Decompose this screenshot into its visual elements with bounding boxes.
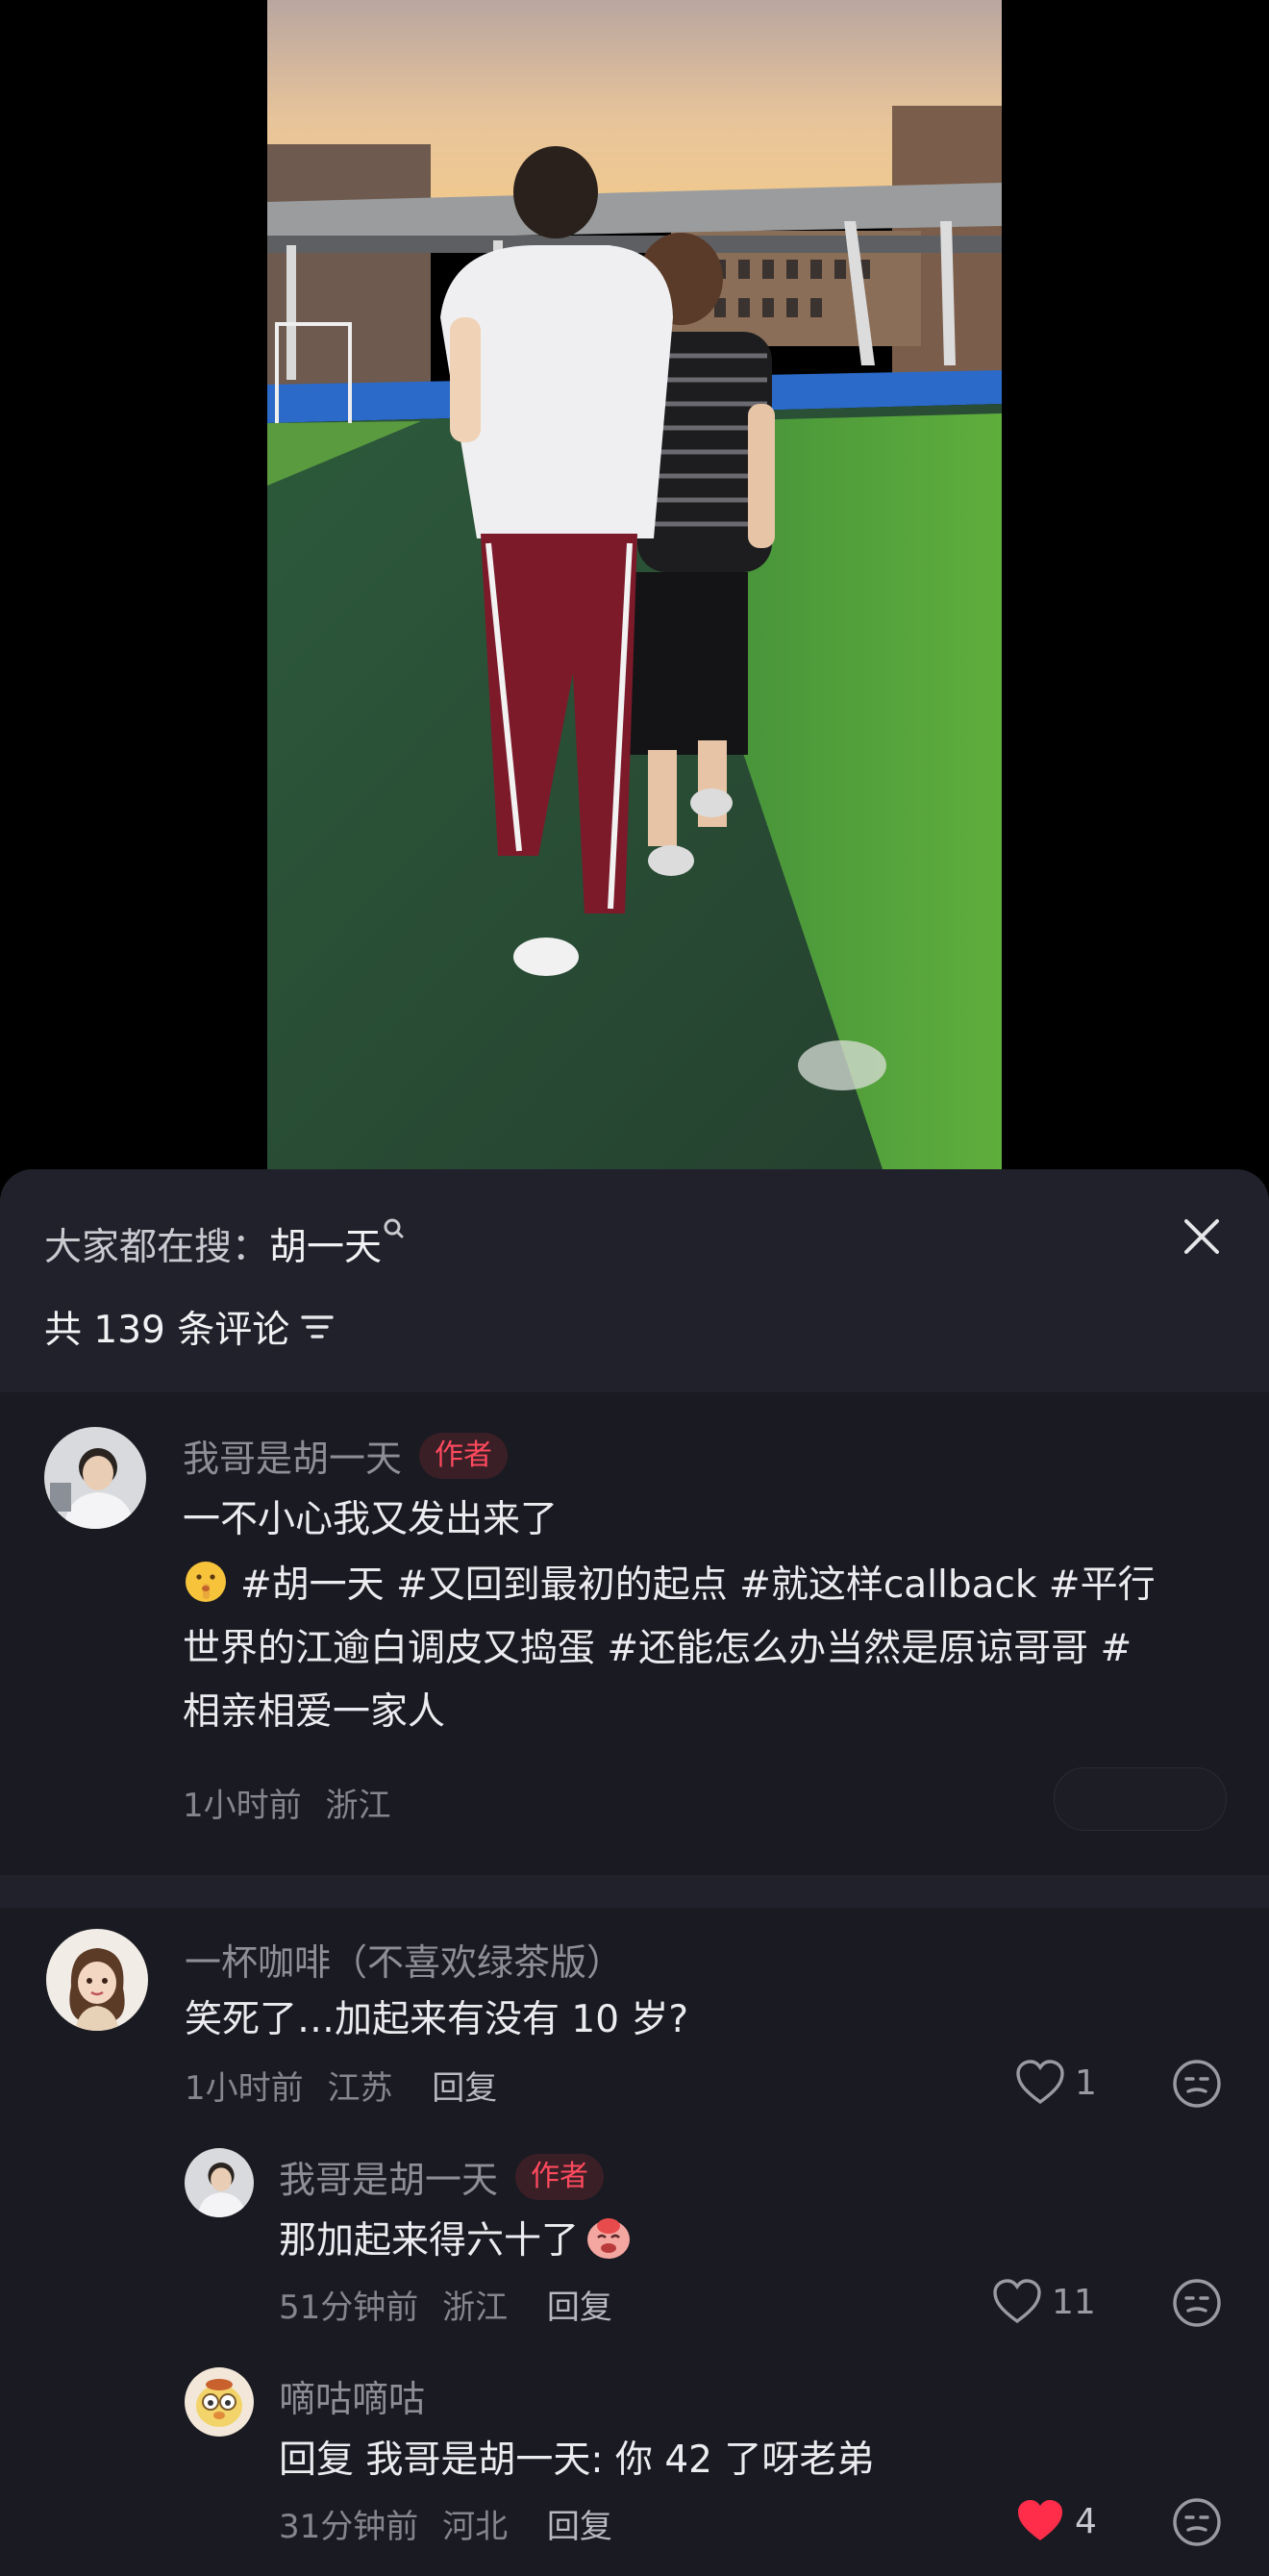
heart-outline-icon xyxy=(1016,2060,1064,2105)
meh-face-icon xyxy=(1173,2060,1221,2108)
laughing-sticker-emoji xyxy=(587,2218,631,2259)
dislike-button[interactable] xyxy=(1172,2278,1222,2332)
reply-username[interactable]: 嘀咕嘀咕 xyxy=(279,2369,425,2422)
like-count: 1 xyxy=(1075,2063,1097,2103)
username-text[interactable]: 我哥是胡一天 xyxy=(279,2150,498,2203)
like-button[interactable]: 11 xyxy=(992,2279,1096,2325)
caption-line-3[interactable]: 世界的江逾白调皮又捣蛋 #还能怎么办当然是原谅哥哥 # xyxy=(183,1617,1132,1681)
heart-outline-icon xyxy=(993,2279,1041,2324)
reply-avatar[interactable] xyxy=(185,2367,254,2437)
like-button[interactable]: 1 xyxy=(1015,2060,1097,2106)
reply-time: 51分钟前 xyxy=(279,2288,419,2327)
reply-meta: 51分钟前 浙江 回复 xyxy=(279,2281,612,2328)
reply-text-row: 那加起来得六十了 xyxy=(279,2210,634,2273)
author-badge: 作者 xyxy=(515,2153,605,2200)
caption-line-4[interactable]: 相亲相爱一家人 xyxy=(183,1681,445,1744)
reply-avatar[interactable] xyxy=(185,2148,254,2217)
comment-count-row: 共 139 条评论 xyxy=(44,1300,334,1354)
search-icon xyxy=(384,1218,404,1238)
caption-meta: 1小时前 浙江 xyxy=(183,1779,390,1826)
close-icon xyxy=(1184,1219,1219,1254)
close-button[interactable] xyxy=(1177,1212,1227,1262)
reply-location: 河北 xyxy=(442,2508,509,2546)
video-frame[interactable] xyxy=(267,0,1002,1169)
trending-search-prefix: 大家都在搜： xyxy=(44,1226,270,1269)
meh-face-icon xyxy=(1173,2279,1221,2327)
dislike-button[interactable] xyxy=(1172,2059,1222,2113)
sort-filter-icon[interactable] xyxy=(301,1313,334,1341)
reply-meta: 31分钟前 河北 回复 xyxy=(279,2500,612,2547)
caption-location: 浙江 xyxy=(325,1787,391,1825)
trending-search-query[interactable]: 胡一天 xyxy=(269,1226,382,1269)
shushing-face-emoji xyxy=(186,1562,226,1602)
video-still-image xyxy=(267,0,1002,1169)
caption-line-1: 一不小心我又发出来了 xyxy=(183,1498,559,1541)
caption-hashtags-1[interactable]: #胡一天 #又回到最初的起点 #就这样callback #平行 xyxy=(240,1563,1156,1607)
reply-text: 那加起来得六十了 xyxy=(279,2219,580,2263)
comment-location: 江苏 xyxy=(327,2069,393,2108)
like-button-liked[interactable]: 4 xyxy=(1015,2498,1097,2544)
reply-button[interactable]: 回复 xyxy=(547,2288,612,2327)
comment-meta: 1小时前 江苏 回复 xyxy=(185,2062,497,2109)
commenter-avatar[interactable] xyxy=(46,1929,148,2031)
like-count: 11 xyxy=(1052,2282,1096,2322)
reply-time: 31分钟前 xyxy=(279,2508,419,2546)
comment-username[interactable]: 我哥是胡一天 作者 xyxy=(183,1429,509,1482)
username-text[interactable]: 我哥是胡一天 xyxy=(183,1429,402,1482)
comment-count: 共 139 条评论 xyxy=(44,1309,290,1352)
reply-text: 回复 我哥是胡一天: 你 42 了呀老弟 xyxy=(279,2438,875,2482)
author-badge: 作者 xyxy=(419,1432,509,1479)
reply-username[interactable]: 我哥是胡一天 作者 xyxy=(279,2150,605,2203)
author-avatar[interactable] xyxy=(44,1427,146,1529)
comment-username[interactable]: 一杯咖啡（不喜欢绿茶版） xyxy=(185,1933,623,1986)
reply-location: 浙江 xyxy=(442,2288,509,2327)
reply-button[interactable]: 回复 xyxy=(432,2069,497,2108)
caption-time: 1小时前 xyxy=(183,1787,302,1825)
heart-filled-icon xyxy=(1018,2500,1062,2540)
comment-time: 1小时前 xyxy=(185,2069,304,2108)
meh-face-icon xyxy=(1173,2498,1221,2546)
sheet-header: 大家都在搜：胡一天 共 139 条评论 xyxy=(0,1169,1269,1392)
reply-button[interactable]: 回复 xyxy=(547,2508,612,2546)
caption-action-pill[interactable] xyxy=(1054,1767,1227,1831)
caption-line-2: #胡一天 #又回到最初的起点 #就这样callback #平行 xyxy=(183,1554,1156,1617)
comment-text: 笑死了…加起来有没有 10 岁? xyxy=(185,1998,689,2041)
comment-sheet: 大家都在搜：胡一天 共 139 条评论 xyxy=(0,1169,1269,2576)
section-divider xyxy=(0,1875,1269,1908)
like-count: 4 xyxy=(1075,2501,1097,2541)
dislike-button[interactable] xyxy=(1172,2497,1222,2551)
video-player[interactable] xyxy=(0,0,1269,1169)
trending-search-suggestion[interactable]: 大家都在搜：胡一天 xyxy=(44,1217,405,1271)
